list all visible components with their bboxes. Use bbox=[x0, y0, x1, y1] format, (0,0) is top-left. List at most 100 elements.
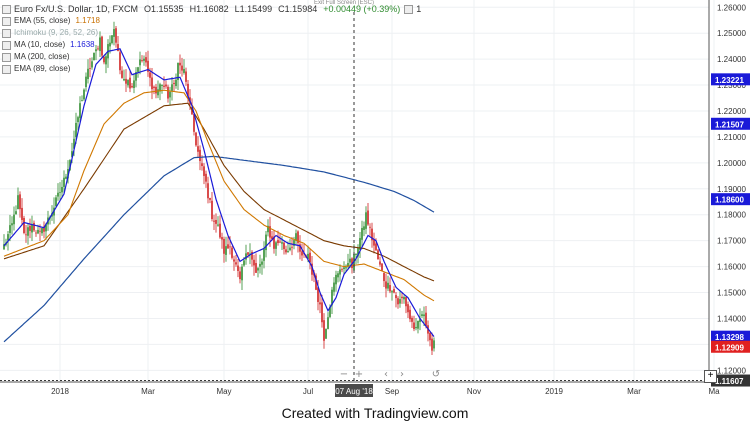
candle-body[interactable] bbox=[261, 261, 263, 265]
candle-body[interactable] bbox=[221, 237, 223, 240]
candle-body[interactable] bbox=[157, 89, 159, 96]
candle-body[interactable] bbox=[421, 314, 423, 316]
candle-body[interactable] bbox=[401, 296, 403, 299]
candle-body[interactable] bbox=[343, 267, 345, 270]
candle-body[interactable] bbox=[241, 266, 243, 281]
candle-body[interactable] bbox=[231, 247, 233, 258]
candle-body[interactable] bbox=[77, 117, 79, 123]
candle-body[interactable] bbox=[391, 291, 393, 293]
candle-body[interactable] bbox=[367, 210, 369, 225]
candle-body[interactable] bbox=[31, 224, 33, 233]
candle-body[interactable] bbox=[349, 258, 351, 263]
indicator-toggle-icon[interactable] bbox=[2, 64, 11, 74]
candle-body[interactable] bbox=[337, 273, 339, 278]
candle-body[interactable] bbox=[275, 242, 277, 249]
candle-body[interactable] bbox=[339, 269, 341, 275]
candle-body[interactable] bbox=[133, 80, 135, 89]
candle-body[interactable] bbox=[37, 229, 39, 234]
candle-body[interactable] bbox=[335, 274, 337, 285]
indicator-toggle-icon[interactable] bbox=[2, 52, 11, 62]
candle-body[interactable] bbox=[431, 338, 433, 351]
candle-body[interactable] bbox=[425, 312, 427, 327]
candle-body[interactable] bbox=[167, 86, 169, 99]
candle-body[interactable] bbox=[433, 340, 435, 349]
candle-body[interactable] bbox=[151, 77, 153, 90]
candle-body[interactable] bbox=[19, 194, 21, 210]
candle-body[interactable] bbox=[55, 197, 57, 207]
candle-body[interactable] bbox=[29, 225, 31, 231]
candle-body[interactable] bbox=[127, 79, 129, 86]
candle-body[interactable] bbox=[211, 200, 213, 220]
candle-body[interactable] bbox=[237, 265, 239, 271]
candle-body[interactable] bbox=[153, 86, 155, 88]
candle-body[interactable] bbox=[263, 248, 265, 261]
candle-body[interactable] bbox=[21, 207, 23, 220]
candle-body[interactable] bbox=[383, 272, 385, 282]
candle-body[interactable] bbox=[169, 91, 171, 98]
candle-body[interactable] bbox=[417, 320, 419, 329]
candle-body[interactable] bbox=[399, 299, 401, 304]
candle-body[interactable] bbox=[85, 76, 87, 88]
candle-body[interactable] bbox=[39, 230, 41, 232]
candle-body[interactable] bbox=[365, 212, 367, 229]
candle-body[interactable] bbox=[225, 246, 227, 255]
reset-icon[interactable]: ↺ bbox=[432, 369, 440, 380]
candle-body[interactable] bbox=[131, 86, 133, 88]
candle-body[interactable] bbox=[83, 89, 85, 100]
candle-body[interactable] bbox=[223, 238, 225, 254]
collapse-legend-icon[interactable] bbox=[2, 4, 11, 14]
candle-body[interactable] bbox=[355, 253, 357, 255]
candle-body[interactable] bbox=[33, 222, 35, 231]
candle-body[interactable] bbox=[173, 82, 175, 84]
candle-body[interactable] bbox=[23, 217, 25, 233]
candle-body[interactable] bbox=[11, 223, 13, 226]
candle-body[interactable] bbox=[239, 271, 241, 280]
candle-body[interactable] bbox=[285, 249, 287, 253]
candle-body[interactable] bbox=[385, 281, 387, 289]
candle-body[interactable] bbox=[361, 227, 363, 240]
indicator-row[interactable]: EMA (89, close) bbox=[2, 63, 421, 75]
candle-body[interactable] bbox=[397, 298, 399, 305]
scroll-left-icon[interactable]: ‹ bbox=[384, 369, 388, 380]
candle-body[interactable] bbox=[381, 263, 383, 271]
candle-body[interactable] bbox=[413, 322, 415, 330]
indicator-row[interactable]: Ichimoku (9, 26, 52, 26) bbox=[2, 27, 421, 39]
candle-body[interactable] bbox=[227, 244, 229, 249]
candle-body[interactable] bbox=[165, 84, 167, 87]
candle-body[interactable] bbox=[17, 195, 19, 210]
candle-body[interactable] bbox=[377, 250, 379, 260]
candle-body[interactable] bbox=[13, 214, 15, 225]
candle-body[interactable] bbox=[243, 260, 245, 266]
candle-body[interactable] bbox=[235, 262, 237, 265]
candle-body[interactable] bbox=[411, 317, 413, 322]
candle-body[interactable] bbox=[387, 282, 389, 289]
candle-body[interactable] bbox=[81, 100, 83, 102]
indicator-toggle-icon[interactable] bbox=[2, 40, 11, 50]
candle-body[interactable] bbox=[129, 77, 131, 89]
candle-body[interactable] bbox=[321, 302, 323, 323]
candle-body[interactable] bbox=[57, 192, 59, 197]
candle-body[interactable] bbox=[203, 166, 205, 176]
candle-body[interactable] bbox=[201, 163, 203, 167]
candle-body[interactable] bbox=[217, 224, 219, 226]
candle-body[interactable] bbox=[255, 263, 257, 273]
indicator-row[interactable]: MA (200, close) bbox=[2, 51, 421, 63]
candle-body[interactable] bbox=[379, 261, 381, 265]
candle-body[interactable] bbox=[41, 228, 43, 234]
candle-body[interactable] bbox=[233, 259, 235, 262]
candle-body[interactable] bbox=[423, 314, 425, 317]
candle-body[interactable] bbox=[415, 326, 417, 329]
zoom-in-icon[interactable]: + bbox=[355, 369, 363, 380]
candle-body[interactable] bbox=[79, 103, 81, 118]
candle-body[interactable] bbox=[199, 149, 201, 162]
candle-body[interactable] bbox=[207, 183, 209, 199]
candle-body[interactable] bbox=[35, 232, 37, 234]
candle-body[interactable] bbox=[25, 234, 27, 236]
candle-body[interactable] bbox=[363, 226, 365, 230]
candle-body[interactable] bbox=[257, 268, 259, 271]
candle-body[interactable] bbox=[375, 243, 377, 251]
add-price-line-button[interactable]: + bbox=[704, 370, 717, 383]
candle-body[interactable] bbox=[75, 122, 77, 138]
candle-body[interactable] bbox=[15, 211, 17, 215]
candle-body[interactable] bbox=[405, 297, 407, 307]
